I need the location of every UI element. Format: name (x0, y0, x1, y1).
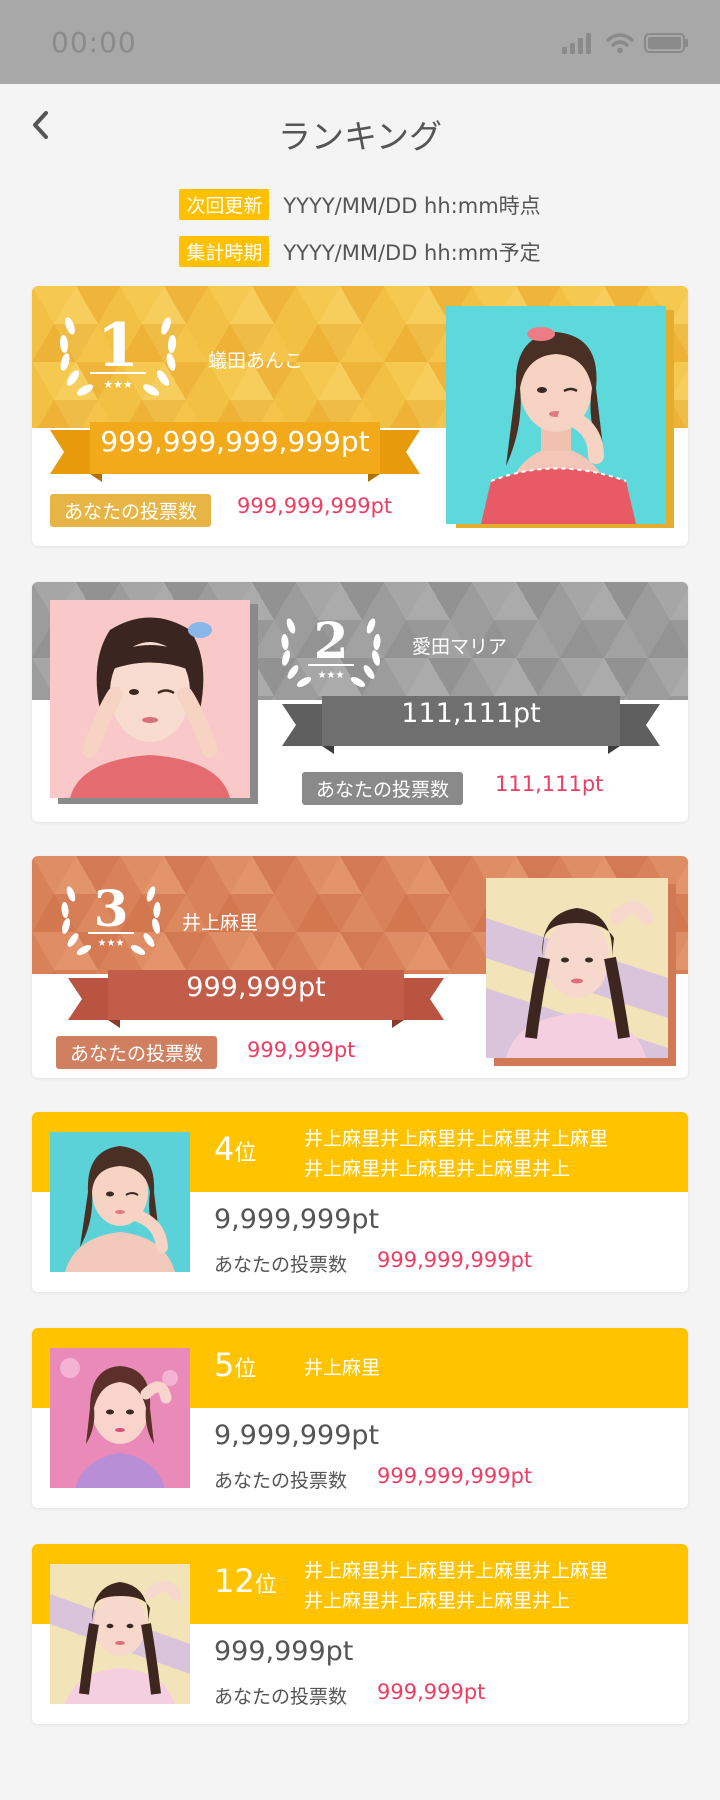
rank-4-points: 9,999,999pt (214, 1204, 380, 1235)
next-update-value: YYYY/MM/DD hh:mm時点 (283, 193, 541, 218)
rank-5-photo (50, 1348, 190, 1488)
rank-12-position: 12位 (214, 1562, 277, 1600)
status-time: 00:00 (51, 26, 137, 59)
rank-card-3[interactable]: 3 ★★★ 井上麻里 999,999pt あなたの投票数 999,999pt (32, 856, 688, 1078)
rank-1-name: 蟻田あんこ (208, 350, 304, 372)
rank-3-number: 3 (94, 879, 129, 938)
laurel-wreath-1-icon: 1 ★★★ (59, 311, 177, 396)
rank-1-vote-value: 999,999,999pt (237, 494, 393, 518)
rank-5-name: 井上麻里 (304, 1357, 381, 1379)
rank-card-2[interactable]: 2 ★★★ 愛田マリア 111,111pt あなたの投票数 111,111pt (32, 582, 688, 822)
svg-text:★★★: ★★★ (103, 378, 133, 391)
rank-5-position: 5位 (214, 1346, 257, 1384)
rank-card-4[interactable]: 4位 井上麻里井上麻里井上麻里井上麻里井上麻里井上麻里井上麻里井上 9,999,… (32, 1112, 688, 1292)
rank-4-vote-value: 999,999,999pt (377, 1248, 533, 1272)
page-title: ランキング (277, 117, 442, 156)
rank-12-vote-value: 999,999pt (377, 1680, 486, 1704)
status-bar: 00:00 (0, 0, 720, 84)
rank-1-points: 999,999,999,999pt (100, 425, 370, 458)
rank-12-name: 井上麻里井上麻里井上麻里井上麻里井上麻里井上麻里井上麻里井上 (304, 1560, 609, 1612)
tally-label: 集計時期 (179, 236, 270, 267)
svg-text:★★★: ★★★ (98, 938, 125, 949)
rank-4-photo (50, 1132, 190, 1272)
rank-4-vote-label: あなたの投票数 (214, 1254, 348, 1276)
rank-3-name: 井上麻里 (182, 912, 259, 934)
rank-5-vote-value: 999,999,999pt (377, 1464, 533, 1488)
rank-2-name: 愛田マリア (412, 636, 508, 658)
rank-1-vote-label: あなたの投票数 (50, 494, 212, 527)
svg-text:★★★: ★★★ (318, 670, 345, 681)
rank-2-points: 111,111pt (401, 698, 541, 729)
rank-card-5[interactable]: 5位 井上麻里 9,999,999pt あなたの投票数 999,999,999p… (32, 1328, 688, 1508)
wifi-icon (606, 33, 634, 54)
rank-card-1[interactable]: 1 ★★★ 蟻田あんこ 999,999,999,999pt あなたの投票数 99… (32, 286, 688, 546)
rank-4-name: 井上麻里井上麻里井上麻里井上麻里井上麻里井上麻里井上麻里井上 (304, 1128, 609, 1180)
next-update-label: 次回更新 (179, 189, 270, 220)
rank-3-vote-value: 999,999pt (247, 1038, 356, 1062)
rank-2-number: 2 (314, 611, 349, 670)
tally-row: 集計時期 YYYY/MM/DD hh:mm予定 (0, 236, 720, 267)
status-icons (562, 30, 690, 56)
rank-5-vote-label: あなたの投票数 (214, 1470, 348, 1492)
rank-card-12[interactable]: 12位 井上麻里井上麻里井上麻里井上麻里井上麻里井上麻里井上麻里井上 999,9… (32, 1544, 688, 1724)
rank-3-vote-label: あなたの投票数 (56, 1036, 218, 1069)
next-update-row: 次回更新 YYYY/MM/DD hh:mm時点 (0, 189, 720, 220)
rank-3-points: 999,999pt (186, 972, 326, 1003)
rank-5-points: 9,999,999pt (214, 1420, 380, 1451)
laurel-wreath-2-icon: 2 ★★★ (281, 611, 381, 688)
rank-3-photo (486, 878, 668, 1058)
rank-12-photo (50, 1564, 190, 1704)
laurel-wreath-3-icon: 3 ★★★ (61, 879, 161, 956)
rank-4-position: 4位 (214, 1130, 257, 1168)
rank-2-vote-value: 111,111pt (495, 772, 604, 796)
rank-1-photo (446, 306, 666, 524)
tally-value: YYYY/MM/DD hh:mm予定 (283, 240, 541, 265)
rank-12-points: 999,999pt (214, 1636, 354, 1667)
rank-2-vote-label: あなたの投票数 (302, 772, 464, 805)
rank-12-vote-label: あなたの投票数 (214, 1686, 348, 1708)
battery-icon (644, 33, 688, 53)
signal-icon (562, 33, 591, 54)
rank-2-photo (50, 600, 250, 798)
rank-1-number: 1 (97, 311, 139, 381)
